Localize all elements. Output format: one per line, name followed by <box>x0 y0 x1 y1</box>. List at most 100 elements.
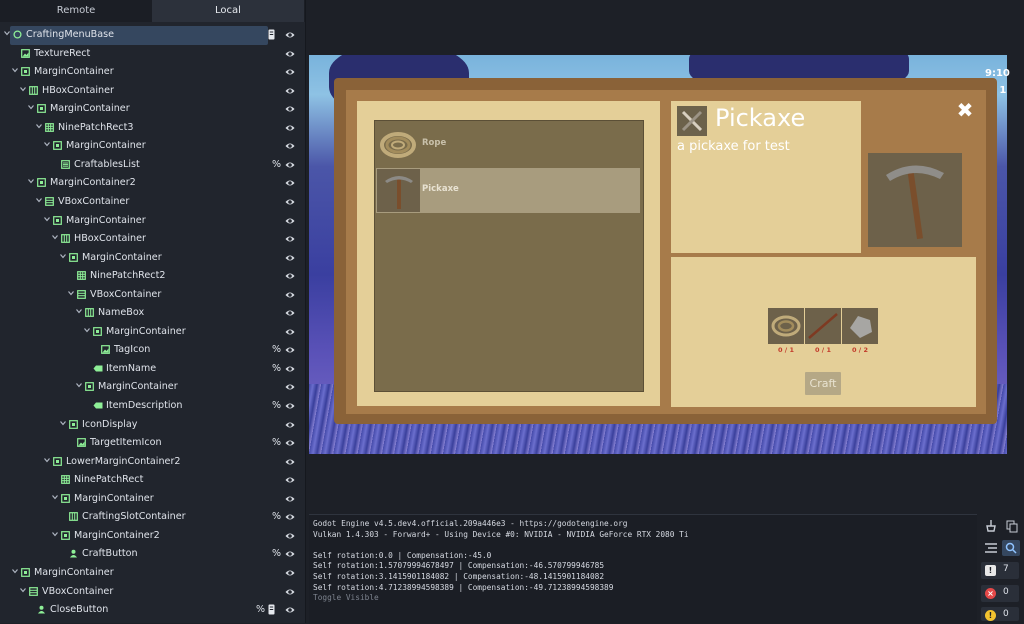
visibility-eye-icon[interactable] <box>285 568 295 578</box>
visibility-eye-icon[interactable] <box>285 197 295 207</box>
visibility-eye-icon[interactable] <box>285 587 295 597</box>
visibility-eye-icon[interactable] <box>285 364 295 374</box>
chevron-down-icon[interactable] <box>67 289 75 299</box>
tree-row-hboxcontainer[interactable]: HBoxContainer <box>0 82 303 101</box>
visibility-eye-icon[interactable] <box>285 234 295 244</box>
visibility-eye-icon[interactable] <box>285 549 295 559</box>
tree-row-margincontainer2[interactable]: MarginContainer2 <box>0 527 303 546</box>
tree-row-itemname[interactable]: ItemName% <box>0 360 303 379</box>
chevron-down-icon[interactable] <box>51 233 59 243</box>
visibility-eye-icon[interactable] <box>285 86 295 96</box>
tree-row-hboxcontainer[interactable]: HBoxContainer <box>0 230 303 249</box>
tree-row-ninepatchrect2[interactable]: NinePatchRect2 <box>0 267 303 286</box>
unique-name-icon[interactable]: % <box>272 548 281 559</box>
error-filter[interactable]: × 0 <box>981 585 1019 602</box>
tree-row-itemdescription[interactable]: ItemDescription% <box>0 397 303 416</box>
tree-row-margincontainer[interactable]: MarginContainer <box>0 249 303 268</box>
tab-remote[interactable]: Remote <box>0 0 152 22</box>
chevron-down-icon[interactable] <box>19 85 27 95</box>
tree-row-margincontainer[interactable]: MarginContainer <box>0 63 303 82</box>
visibility-eye-icon[interactable] <box>285 271 295 281</box>
visibility-eye-icon[interactable] <box>285 475 295 485</box>
chevron-down-icon[interactable] <box>11 66 19 76</box>
visibility-eye-icon[interactable] <box>285 141 295 151</box>
visibility-eye-icon[interactable] <box>285 30 295 40</box>
script-icon[interactable] <box>268 604 275 615</box>
visibility-eye-icon[interactable] <box>285 178 295 188</box>
chevron-down-icon[interactable] <box>59 419 67 429</box>
visibility-eye-icon[interactable] <box>285 67 295 77</box>
tree-row-margincontainer[interactable]: MarginContainer <box>0 100 303 119</box>
tree-row-icondisplay[interactable]: IconDisplay <box>0 416 303 435</box>
unique-name-icon[interactable]: % <box>272 159 281 170</box>
unique-name-icon[interactable]: % <box>272 437 281 448</box>
close-button[interactable]: ✖ <box>956 100 974 120</box>
tree-row-closebutton[interactable]: CloseButton% <box>0 601 303 620</box>
tree-row-ninepatchrect[interactable]: NinePatchRect <box>0 471 303 490</box>
tree-row-craftableslist[interactable]: CraftablesList% <box>0 156 303 175</box>
visibility-eye-icon[interactable] <box>285 438 295 448</box>
tree-row-margincontainer[interactable]: MarginContainer <box>0 378 303 397</box>
copy-icon[interactable] <box>1002 518 1020 534</box>
tree-row-craftingmenubase[interactable]: CraftingMenuBase <box>0 26 303 45</box>
tree-row-lowermargincontainer2[interactable]: LowerMarginContainer2 <box>0 453 303 472</box>
tree-row-margincontainer2[interactable]: MarginContainer2 <box>0 174 303 193</box>
tree-row-targetitemicon[interactable]: TargetItemIcon% <box>0 434 303 453</box>
chevron-down-icon[interactable] <box>19 586 27 596</box>
chevron-down-icon[interactable] <box>43 456 51 466</box>
tree-row-vboxcontainer[interactable]: VBoxContainer <box>0 193 303 212</box>
visibility-eye-icon[interactable] <box>285 401 295 411</box>
tree-row-margincontainer[interactable]: MarginContainer <box>0 212 303 231</box>
script-icon[interactable] <box>268 29 275 40</box>
unique-name-icon[interactable]: % <box>272 344 281 355</box>
visibility-eye-icon[interactable] <box>285 49 295 59</box>
visibility-eye-icon[interactable] <box>285 253 295 263</box>
visibility-eye-icon[interactable] <box>285 457 295 467</box>
visibility-eye-icon[interactable] <box>285 605 295 615</box>
visibility-eye-icon[interactable] <box>285 512 295 522</box>
unique-name-icon[interactable]: % <box>272 511 281 522</box>
tree-row-margincontainer[interactable]: MarginContainer <box>0 323 303 342</box>
chevron-down-icon[interactable] <box>51 493 59 503</box>
chevron-down-icon[interactable] <box>83 326 91 336</box>
visibility-eye-icon[interactable] <box>285 290 295 300</box>
visibility-eye-icon[interactable] <box>285 160 295 170</box>
visibility-eye-icon[interactable] <box>285 216 295 226</box>
chevron-down-icon[interactable] <box>43 140 51 150</box>
info-filter[interactable]: ! 0 <box>981 607 1019 621</box>
unique-name-icon[interactable]: % <box>272 400 281 411</box>
chevron-down-icon[interactable] <box>43 215 51 225</box>
tree-row-margincontainer[interactable]: MarginContainer <box>0 490 303 509</box>
visibility-eye-icon[interactable] <box>285 308 295 318</box>
clear-output-icon[interactable] <box>982 518 1000 534</box>
tree-row-vboxcontainer[interactable]: VBoxContainer <box>0 583 303 602</box>
tab-local[interactable]: Local <box>152 0 304 22</box>
tree-row-craftbutton[interactable]: CraftButton% <box>0 545 303 564</box>
visibility-eye-icon[interactable] <box>285 123 295 133</box>
chevron-down-icon[interactable] <box>35 196 43 206</box>
tree-row-margincontainer[interactable]: MarginContainer <box>0 137 303 156</box>
list-item-rope[interactable]: Rope <box>376 122 640 167</box>
chevron-down-icon[interactable] <box>75 307 83 317</box>
tree-row-margincontainer[interactable]: MarginContainer <box>0 564 303 583</box>
output-log[interactable]: Godot Engine v4.5.dev4.official.209a446e… <box>309 514 977 624</box>
list-item-pickaxe[interactable]: Pickaxe <box>376 168 640 213</box>
chevron-down-icon[interactable] <box>27 177 35 187</box>
search-icon[interactable] <box>1002 540 1020 556</box>
visibility-eye-icon[interactable] <box>285 345 295 355</box>
visibility-eye-icon[interactable] <box>285 494 295 504</box>
visibility-eye-icon[interactable] <box>285 382 295 392</box>
visibility-eye-icon[interactable] <box>285 327 295 337</box>
tree-row-craftingslotcontainer[interactable]: CraftingSlotContainer% <box>0 508 303 527</box>
warning-filter[interactable]: ! 7 <box>981 562 1019 579</box>
visibility-eye-icon[interactable] <box>285 531 295 541</box>
unique-name-icon[interactable]: % <box>256 604 265 615</box>
tree-row-tagicon[interactable]: TagIcon% <box>0 341 303 360</box>
visibility-eye-icon[interactable] <box>285 420 295 430</box>
craft-button[interactable]: Craft <box>805 372 841 395</box>
collapse-icon[interactable] <box>982 540 1000 556</box>
chevron-down-icon[interactable] <box>59 252 67 262</box>
tree-row-ninepatchrect3[interactable]: NinePatchRect3 <box>0 119 303 138</box>
tree-row-texturerect[interactable]: TextureRect <box>0 45 303 64</box>
chevron-down-icon[interactable] <box>11 567 19 577</box>
